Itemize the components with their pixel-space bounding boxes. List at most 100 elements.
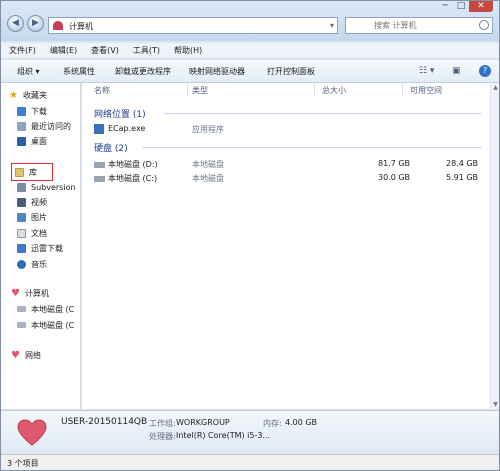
nav-pictures[interactable]: 图片 [17,211,47,223]
item-free-space: 28.4 GB [446,159,479,168]
heart-icon: ♥ [11,349,20,361]
desktop-icon [17,136,26,146]
picture-icon [17,212,26,222]
drive-icon [17,322,26,328]
window-controls: ─ □ ✕ [437,1,493,13]
heart-icon [17,419,47,446]
column-header-name[interactable]: 名称 [94,85,110,96]
processor-value: Intel(R) Core(TM) i5-3... [176,431,271,440]
star-icon: ★ [9,89,18,101]
navigation-pane: ★ 收藏夹 下载 最近访问的 桌面 库 Subversion 视频 图片 文档 … [1,83,81,409]
heart-icon: ♥ [11,287,20,299]
command-bar: 组织 ▾ 系统属性 卸载或更改程序 映射网络驱动器 打开控制面板 ☷ ▾ ▣ ? [1,60,499,83]
maximize-button[interactable]: □ [453,1,469,12]
menu-file[interactable]: 文件(F) [9,43,36,58]
vertical-scrollbar[interactable]: ▲ ▼ [490,83,499,409]
search-box[interactable] [345,17,493,34]
menu-tools[interactable]: 工具(T) [133,43,160,58]
preview-pane-icon[interactable]: ▣ [452,66,461,76]
menu-bar: 文件(F) 编辑(E) 查看(V) 工具(T) 帮助(H) [1,43,499,59]
open-control-panel-button[interactable]: 打开控制面板 [267,66,315,77]
organize-button[interactable]: 组织 ▾ [17,66,40,77]
explorer-window: ─ □ ✕ ◀ ▶ 计算机 ▾ 文件(F) 编辑(E) 查看(V) 工具(T) … [0,0,500,471]
column-header-free-space[interactable]: 可用空间 [410,85,442,96]
address-path: 计算机 [69,22,93,31]
list-item[interactable]: 本地磁盘 (D:) 本地磁盘 81.7 GB 28.4 GB [94,159,484,171]
memory-label: 内存: [263,419,282,428]
menu-help[interactable]: 帮助(H) [174,43,202,58]
address-bar[interactable]: 计算机 ▾ [48,17,338,34]
item-total-size: 81.7 GB [378,159,411,168]
system-properties-button[interactable]: 系统属性 [63,66,95,77]
help-icon[interactable]: ? [479,65,491,77]
item-count: 3 个项目 [7,459,39,468]
workgroup-value: WORKGROUP [176,418,230,427]
windows-drive-icon [94,176,105,182]
processor-label: 处理器: [149,432,176,441]
list-item[interactable]: ECap.exe 应用程序 [94,124,484,136]
item-name: ECap.exe [108,124,146,133]
column-divider[interactable] [187,83,188,97]
minimize-button[interactable]: ─ [437,1,453,12]
nav-subversion[interactable]: Subversion [17,181,76,193]
content-pane: 名称 类型 总大小 可用空间 网络位置 (1) ECap.exe 应用程序 硬盘… [82,83,490,409]
column-header-total-size[interactable]: 总大小 [322,85,346,96]
title-bar: ─ □ ✕ ◀ ▶ 计算机 ▾ [1,1,499,41]
group-hard-disk[interactable]: 硬盘 (2) [94,141,128,154]
item-name: 本地磁盘 (C:) [108,174,158,183]
nav-favorites[interactable]: ★ 收藏夹 [9,89,47,101]
details-pane: USER-20150114QB 工作组: WORKGROUP 内存: 4.00 … [1,410,499,454]
nav-videos[interactable]: 视频 [17,196,47,208]
nav-local-disk-c[interactable]: 本地磁盘 (C [17,319,74,331]
libraries-highlight-box [11,163,53,181]
group-divider [164,113,482,114]
memory-value: 4.00 GB [285,418,318,427]
folder-icon [17,243,26,253]
video-icon [17,197,26,207]
nav-downloads[interactable]: 下载 [17,105,47,117]
computer-name: USER-20150114QB [61,417,148,427]
chevron-down-icon[interactable]: ▾ [330,21,334,30]
nav-thunder-downloads[interactable]: 迅雷下载 [17,242,63,254]
column-divider[interactable] [402,83,403,97]
item-type: 本地磁盘 [192,160,224,169]
drive-icon [17,306,26,312]
item-type: 应用程序 [192,125,224,134]
close-button[interactable]: ✕ [469,1,493,12]
nav-desktop[interactable]: 桌面 [17,135,47,147]
menu-view[interactable]: 查看(V) [91,43,119,58]
document-icon [17,228,26,238]
forward-button[interactable]: ▶ [27,15,44,32]
column-header-type[interactable]: 类型 [192,85,208,96]
drive-icon [94,162,105,168]
subversion-icon [17,182,26,192]
menu-edit[interactable]: 编辑(E) [50,43,77,58]
item-free-space: 5.91 GB [446,173,479,182]
scroll-up-arrow[interactable]: ▲ [491,83,500,92]
recent-places-icon [17,121,26,131]
item-total-size: 30.0 GB [378,173,411,182]
status-bar: 3 个项目 [1,454,499,470]
group-network-location[interactable]: 网络位置 (1) [94,107,146,120]
column-divider[interactable] [314,83,315,97]
nav-computer[interactable]: ♥ 计算机 [11,287,49,299]
item-type: 本地磁盘 [192,174,224,183]
download-icon [17,106,26,116]
application-icon [94,124,104,134]
map-network-drive-button[interactable]: 映射网络驱动器 [189,66,245,77]
view-options-icon[interactable]: ☷ ▾ [419,66,434,76]
scroll-down-arrow[interactable]: ▼ [491,400,500,409]
nav-recent[interactable]: 最近访问的 [17,120,71,132]
nav-network[interactable]: ♥ 网络 [11,349,41,361]
uninstall-program-button[interactable]: 卸载或更改程序 [115,66,171,77]
group-divider [142,147,482,148]
nav-documents[interactable]: 文档 [17,227,47,239]
nav-local-disk-d[interactable]: 本地磁盘 (C [17,303,74,315]
nav-music[interactable]: 音乐 [17,258,47,270]
search-icon[interactable] [479,20,489,30]
search-input[interactable] [346,18,466,33]
computer-icon [53,21,63,30]
music-icon [17,259,26,269]
back-button[interactable]: ◀ [7,15,24,32]
list-item[interactable]: 本地磁盘 (C:) 本地磁盘 30.0 GB 5.91 GB [94,173,484,185]
